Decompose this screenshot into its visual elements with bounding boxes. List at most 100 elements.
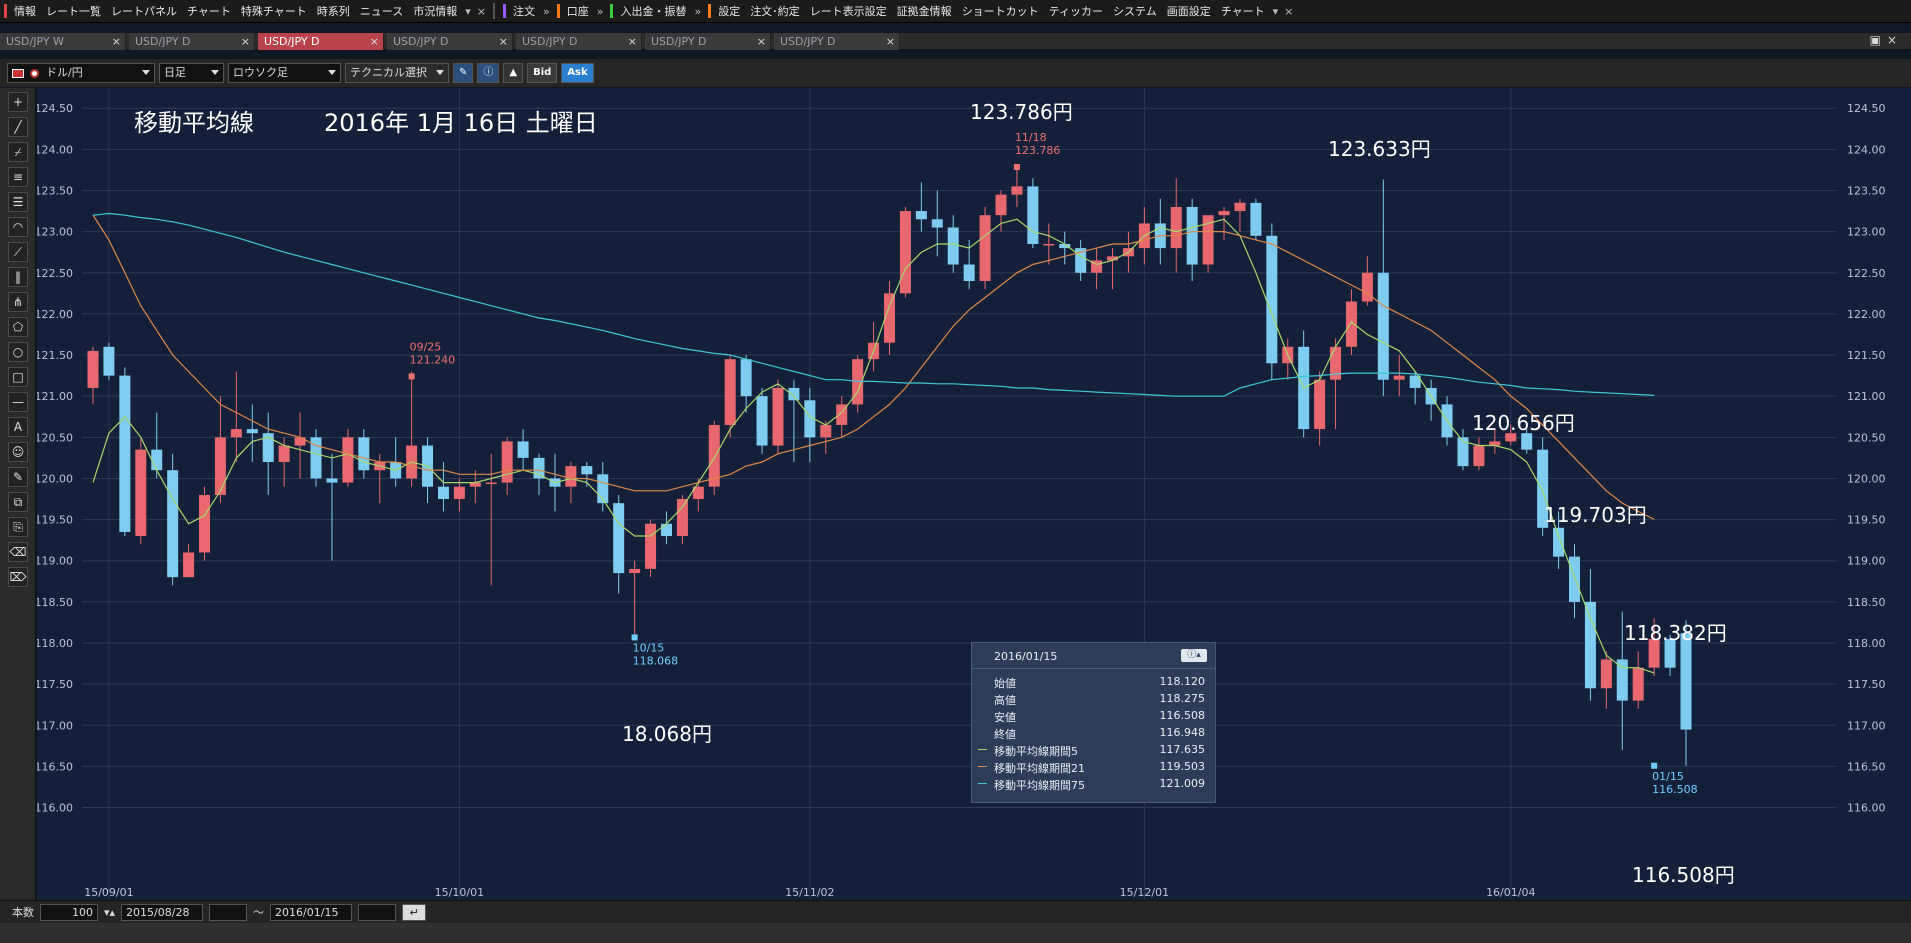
return-icon[interactable]: ↵: [402, 903, 427, 921]
candle-body: [1553, 527, 1565, 557]
candle-body: [517, 441, 529, 458]
period-select[interactable]: 日足: [159, 63, 224, 83]
close-icon[interactable]: ×: [886, 33, 895, 50]
menu-chart-right[interactable]: チャート: [1216, 0, 1270, 23]
menu-ticker[interactable]: ティッカー: [1044, 0, 1108, 23]
close-icon[interactable]: ×: [628, 33, 637, 50]
menu-order[interactable]: 注文: [508, 0, 540, 23]
technical-select-button[interactable]: テクニカル選択: [345, 63, 449, 83]
annotation-high: 123.786円: [970, 100, 1073, 124]
pencil-icon[interactable]: ✎: [453, 63, 474, 83]
pentagon-icon[interactable]: ⬠: [8, 317, 28, 337]
menu-rate-panel[interactable]: レートパネル: [106, 0, 182, 23]
menu-shortcut[interactable]: ショートカット: [957, 0, 1044, 23]
copy-icon[interactable]: ⧉: [8, 492, 28, 512]
tab-chart[interactable]: USD/JPY D ×: [516, 33, 642, 50]
trendline-icon[interactable]: ╱: [8, 117, 28, 137]
menu-margin[interactable]: 証拠金情報: [892, 0, 957, 23]
candle-body: [437, 486, 449, 500]
menu-info[interactable]: 情報: [9, 0, 41, 23]
end-time-input[interactable]: [358, 903, 397, 921]
close-icon[interactable]: ×: [370, 33, 379, 50]
vertical-lines-icon[interactable]: ‖: [8, 267, 28, 287]
tab-chart-active[interactable]: USD/JPY D ×: [258, 33, 384, 50]
menu-timeseries[interactable]: 時系列: [312, 0, 355, 23]
tab-chart[interactable]: USD/JPY W ×: [0, 33, 126, 50]
tab-chart[interactable]: USD/JPY D ×: [387, 33, 513, 50]
range-separator: ～: [253, 906, 265, 919]
count-stepper-icon[interactable]: ▾▴: [104, 906, 115, 919]
tab-chart[interactable]: USD/JPY D ×: [645, 33, 771, 50]
ruler-icon[interactable]: ⌿: [8, 142, 28, 162]
crosshair-icon[interactable]: +: [8, 92, 28, 112]
extreme-marker: [1651, 762, 1658, 769]
close-icon[interactable]: ×: [241, 33, 250, 50]
horizontal-lines-icon[interactable]: ≡: [8, 167, 28, 187]
start-date-input[interactable]: 2015/08/28: [121, 903, 204, 921]
pitchfork-icon[interactable]: ⋔: [8, 292, 28, 312]
extreme-date-label: 11/18: [1015, 131, 1047, 144]
count-input[interactable]: 100: [40, 903, 98, 921]
close-icon[interactable]: ×: [499, 33, 508, 50]
tab-chart[interactable]: USD/JPY D ×: [774, 33, 900, 50]
note-icon[interactable]: ✎: [8, 467, 28, 487]
close-icon[interactable]: ×: [112, 33, 121, 50]
expand-icon[interactable]: »: [691, 5, 704, 18]
info-icon[interactable]: ⓘ: [477, 63, 500, 83]
chevron-down-icon: [142, 70, 150, 75]
circle-icon[interactable]: ○: [8, 342, 28, 362]
menu-order-exec[interactable]: 注文･約定: [745, 0, 805, 23]
eraser-icon[interactable]: ⌫: [8, 542, 28, 562]
chart-style-select[interactable]: ロウソク足: [228, 63, 341, 83]
legend-swatch: [978, 749, 987, 750]
menu-deposit[interactable]: 入出金・振替: [615, 0, 691, 23]
arc-icon[interactable]: ◠: [8, 217, 28, 237]
emoji-icon[interactable]: ☺: [8, 442, 28, 462]
menu-account[interactable]: 口座: [562, 0, 594, 23]
start-time-input[interactable]: [209, 903, 248, 921]
dropdown-arrow-icon[interactable]: ▾: [462, 5, 474, 18]
y-tick-label: 122.50: [1847, 267, 1886, 280]
menu-market-info[interactable]: 市況情報: [408, 0, 462, 23]
expand-icon[interactable]: »: [594, 5, 607, 18]
restore-icon[interactable]: ▣: [1870, 33, 1887, 47]
close-icon[interactable]: ×: [474, 5, 489, 18]
menu-screen-settings[interactable]: 画面設定: [1162, 0, 1216, 23]
tab-label: USD/JPY D: [651, 35, 707, 48]
hline-icon[interactable]: —: [8, 392, 28, 412]
bid-button[interactable]: Bid: [527, 63, 558, 83]
rectangle-icon[interactable]: □: [8, 367, 28, 387]
paste-icon[interactable]: ⎘: [8, 517, 28, 537]
info-row-value: 118.275: [1159, 692, 1206, 705]
close-icon[interactable]: ×: [757, 33, 766, 50]
ask-button[interactable]: Ask: [561, 63, 594, 83]
menu-special-chart[interactable]: 特殊チャート: [236, 0, 312, 23]
info-panel-header[interactable]: 2016/01/15 ⓘ▴: [972, 643, 1215, 669]
info-toggle-icon[interactable]: ⓘ▴: [1181, 649, 1207, 662]
tab-label: USD/JPY D: [393, 35, 449, 48]
expand-icon[interactable]: »: [540, 5, 553, 18]
text-icon[interactable]: A: [8, 417, 28, 437]
candle-body: [183, 552, 195, 578]
menu-news[interactable]: ニュース: [355, 0, 408, 23]
fan-icon[interactable]: ⟋: [8, 242, 28, 262]
info-panel-date: 2016/01/15: [994, 650, 1058, 663]
mountain-chart-icon[interactable]: ▲: [503, 63, 524, 83]
eraser-all-icon[interactable]: ⌦: [8, 567, 28, 587]
x-tick-label: 15/12/01: [1120, 886, 1169, 899]
menu-settings[interactable]: 設定: [713, 0, 745, 23]
dropdown-arrow-icon[interactable]: ▾: [1270, 5, 1282, 18]
grid-lines-icon[interactable]: ☰: [8, 192, 28, 212]
currency-select[interactable]: ドル/円: [7, 63, 155, 83]
info-row-value: 119.503: [1159, 760, 1206, 773]
close-icon[interactable]: ×: [1887, 33, 1903, 47]
info-row-label: 始値: [994, 677, 1016, 690]
candle-body: [119, 375, 131, 532]
menu-system[interactable]: システム: [1108, 0, 1162, 23]
menu-chart[interactable]: チャート: [182, 0, 236, 23]
menu-rate-list[interactable]: レート一覧: [41, 0, 106, 23]
end-date-input[interactable]: 2016/01/15: [270, 903, 353, 921]
menu-rate-display[interactable]: レート表示設定: [805, 0, 892, 23]
close-icon[interactable]: ×: [1281, 5, 1296, 18]
tab-chart[interactable]: USD/JPY D ×: [129, 33, 255, 50]
